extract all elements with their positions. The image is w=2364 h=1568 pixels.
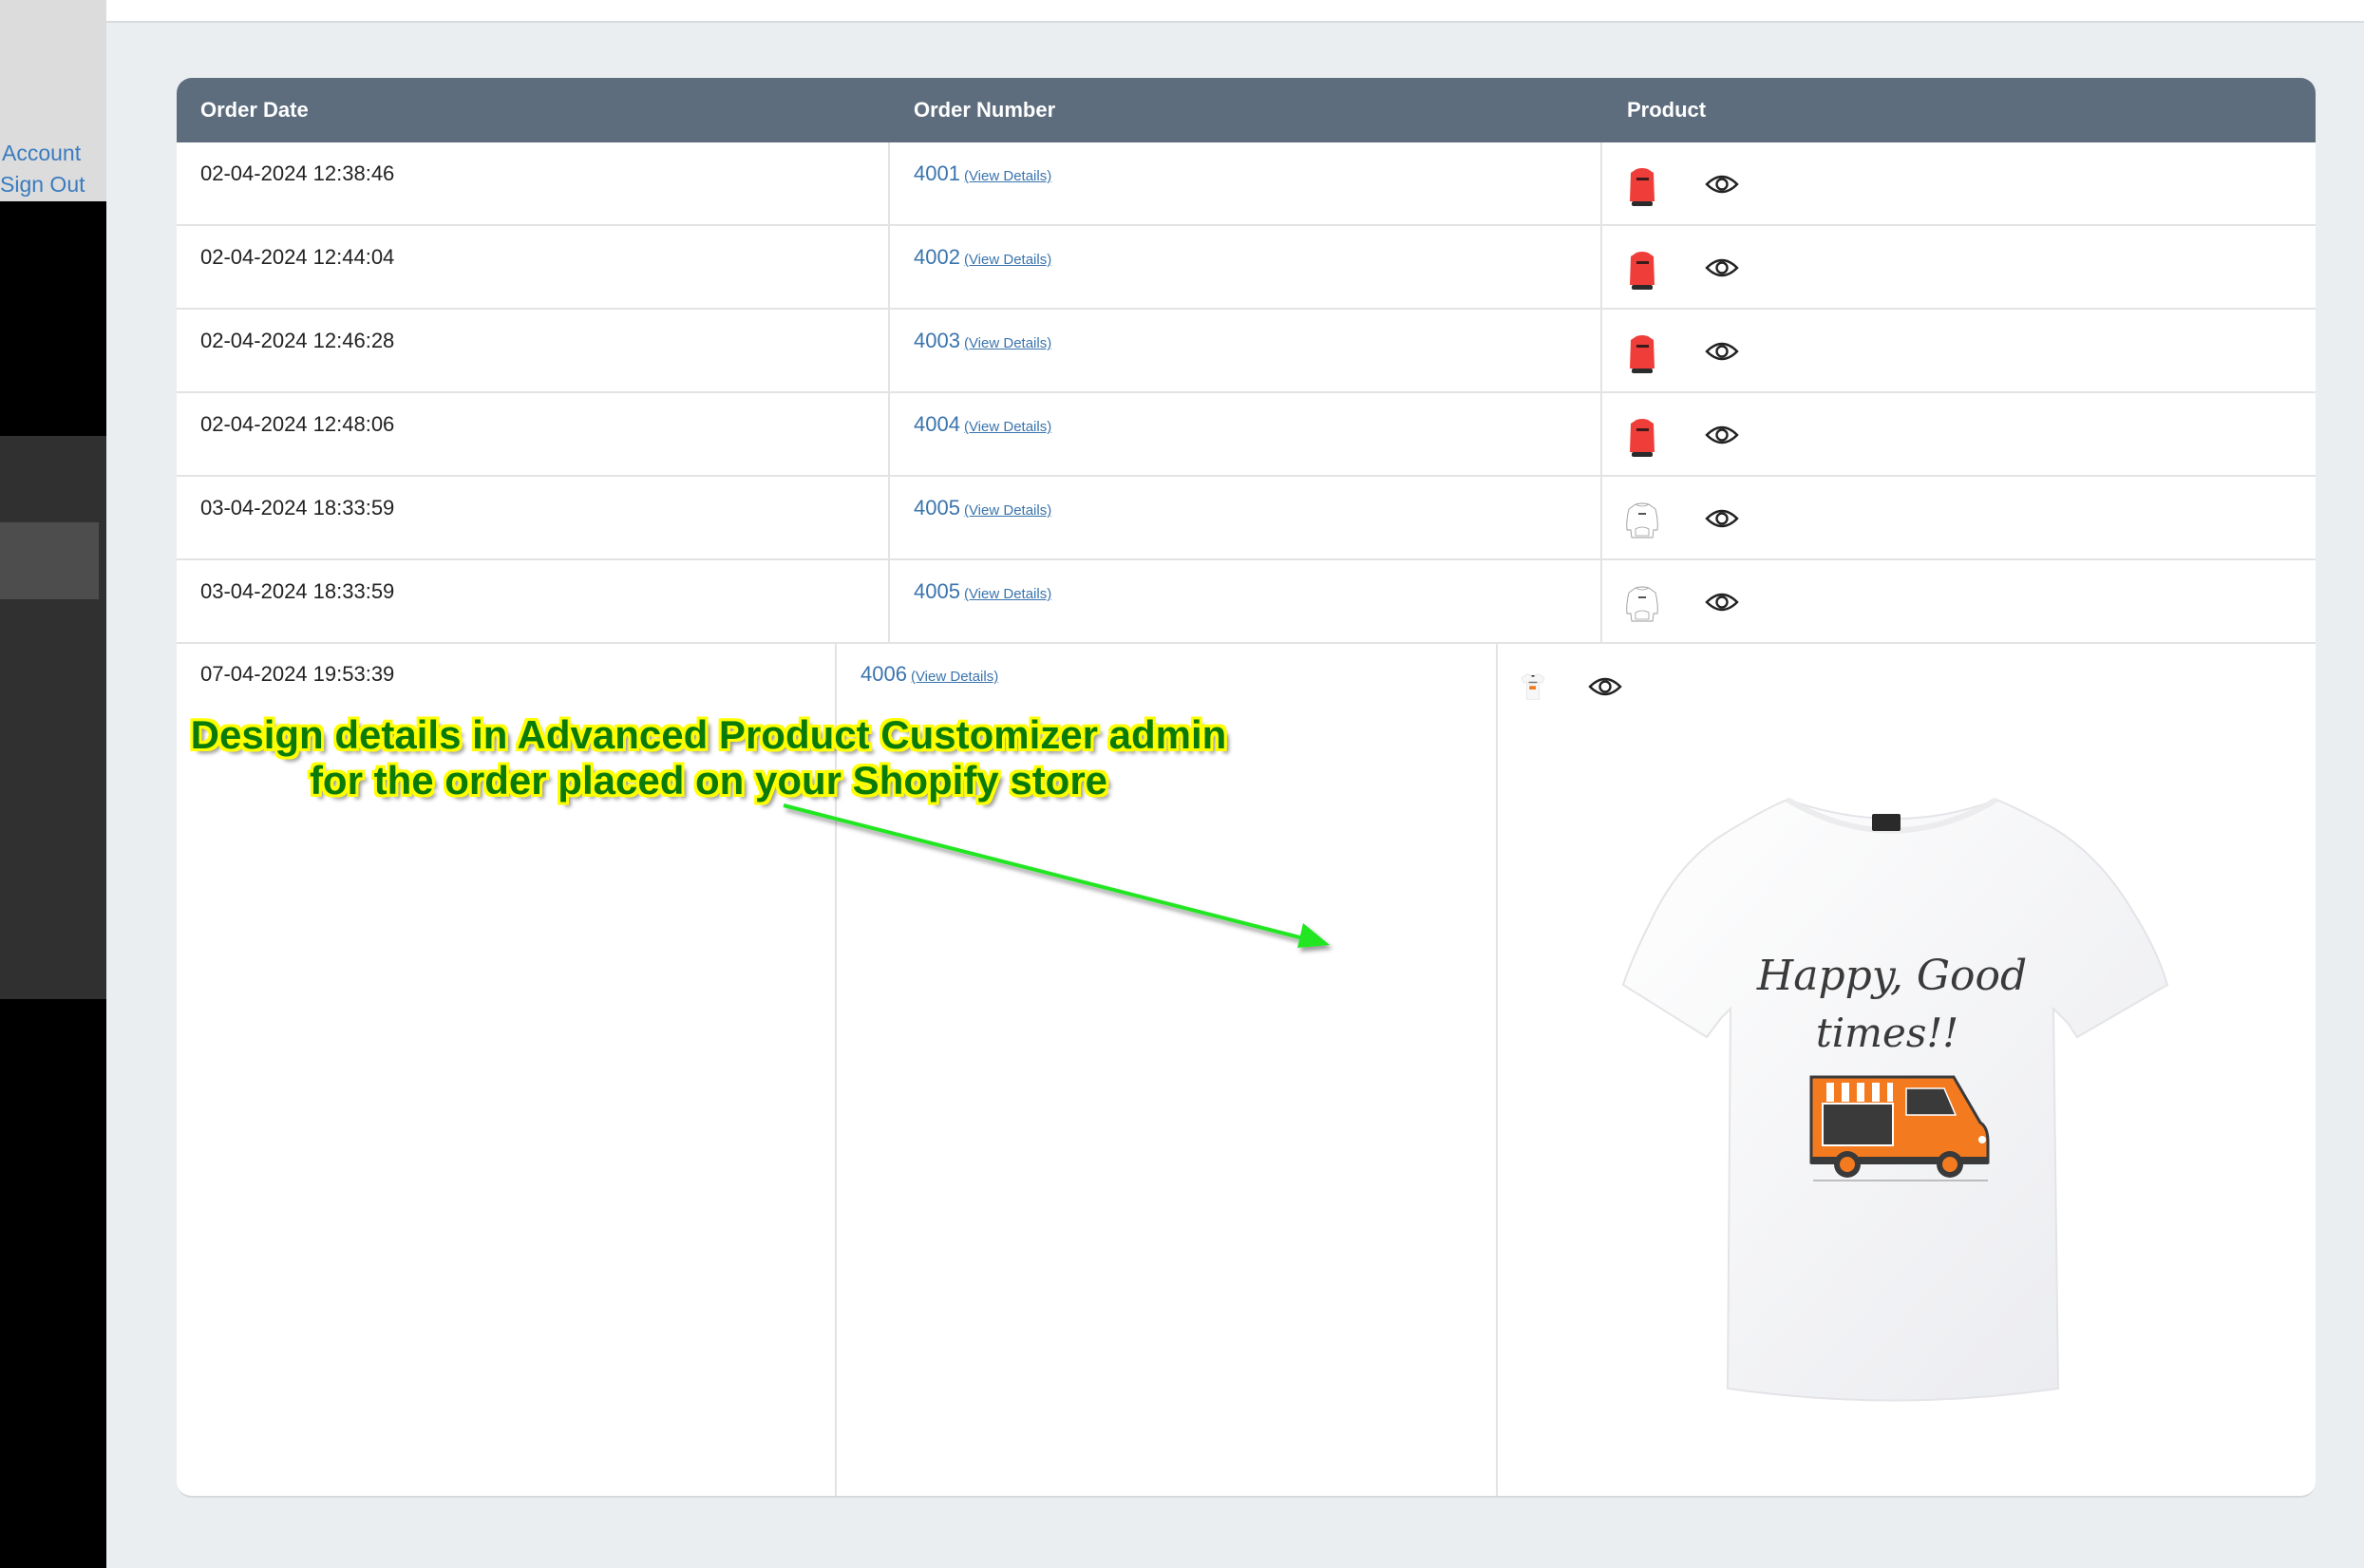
table-header: Order Date Order Number Product — [177, 78, 2316, 142]
order-number-link[interactable]: 4003 — [914, 329, 960, 352]
order-number-cell: 4003 (View Details) — [890, 310, 1602, 391]
order-date-cell: 03-04-2024 18:33:59 — [177, 477, 890, 558]
order-date: 03-04-2024 18:33:59 — [200, 496, 395, 520]
sidebar: Account Sign Out — [0, 0, 106, 1568]
view-details-link[interactable]: (View Details) — [964, 419, 1051, 435]
order-date-cell: 03-04-2024 18:33:59 — [177, 560, 890, 642]
table-row: 02-04-2024 12:38:46 4001 (View Details) — [177, 142, 2316, 226]
order-number-cell: 4002 (View Details) — [890, 226, 1602, 308]
eye-icon[interactable] — [1705, 173, 1739, 196]
product-thumbnail-red-tshirt[interactable] — [1623, 165, 1661, 207]
product-cell — [1602, 142, 2316, 224]
table-row: 02-04-2024 12:48:06 4004 (View Details) — [177, 393, 2316, 477]
order-date-cell: 02-04-2024 12:44:04 — [177, 226, 890, 308]
product-cell — [1602, 477, 2316, 558]
order-date: 02-04-2024 12:44:04 — [200, 245, 395, 269]
sidebar-account-panel: Account Sign Out — [0, 0, 106, 201]
view-details-link[interactable]: (View Details) — [964, 502, 1051, 519]
header-product[interactable]: Product — [1627, 78, 1706, 142]
order-number-cell: 4001 (View Details) — [890, 142, 1602, 224]
product-cell — [1602, 560, 2316, 642]
order-number-cell: 4004 (View Details) — [890, 393, 1602, 475]
product-thumbnail-white-sweatshirt[interactable] — [1623, 500, 1661, 541]
view-details-link[interactable]: (View Details) — [964, 168, 1051, 184]
account-link[interactable]: Account — [2, 141, 81, 166]
order-date: 03-04-2024 18:33:59 — [200, 579, 395, 603]
eye-icon[interactable] — [1588, 675, 1622, 698]
product-preview-image: Happy, Good times!! — [1621, 797, 2169, 1402]
order-date: 02-04-2024 12:38:46 — [200, 161, 395, 185]
order-date-cell: 02-04-2024 12:48:06 — [177, 393, 890, 475]
order-date: 07-04-2024 19:53:39 — [200, 662, 395, 686]
product-thumbnail-red-tshirt[interactable] — [1623, 332, 1661, 374]
order-number-link[interactable]: 4004 — [914, 412, 960, 436]
top-bar — [106, 0, 2364, 23]
order-date-cell: 02-04-2024 12:46:28 — [177, 310, 890, 391]
order-number-link[interactable]: 4005 — [914, 496, 960, 520]
view-details-link[interactable]: (View Details) — [911, 669, 998, 685]
eye-icon[interactable] — [1705, 256, 1739, 279]
order-number-link[interactable]: 4002 — [914, 245, 960, 269]
table-row: 02-04-2024 12:44:04 4002 (View Details) — [177, 226, 2316, 310]
eye-icon[interactable] — [1705, 591, 1739, 614]
eye-icon[interactable] — [1705, 424, 1739, 446]
sidebar-nav — [0, 436, 106, 999]
shirt-label — [1872, 814, 1901, 831]
product-cell — [1602, 310, 2316, 391]
header-order-number[interactable]: Order Number — [914, 78, 1055, 142]
order-date: 02-04-2024 12:46:28 — [200, 329, 395, 352]
view-details-link[interactable]: (View Details) — [964, 335, 1051, 351]
product-thumbnail-white-sweatshirt[interactable] — [1623, 583, 1661, 625]
product-thumbnail-white-tshirt[interactable] — [1519, 670, 1547, 704]
view-details-link[interactable]: (View Details) — [964, 586, 1051, 602]
annotation-arrow — [783, 803, 1330, 948]
table-row: 03-04-2024 18:33:59 4005 (View Details) — [177, 560, 2316, 644]
eye-icon[interactable] — [1705, 340, 1739, 363]
annotation-line-1: Design details in Advanced Product Custo… — [190, 712, 1227, 757]
order-number-cell: 4005 (View Details) — [890, 477, 1602, 558]
order-number-link[interactable]: 4001 — [914, 161, 960, 185]
product-cell — [1602, 226, 2316, 308]
order-number-link[interactable]: 4006 — [860, 662, 907, 686]
product-cell — [1602, 393, 2316, 475]
sign-out-link[interactable]: Sign Out — [0, 172, 85, 198]
view-details-link[interactable]: (View Details) — [964, 252, 1051, 268]
order-number-cell: 4005 (View Details) — [890, 560, 1602, 642]
annotation-line-2: for the order placed on your Shopify sto… — [309, 758, 1108, 803]
product-thumbnail-red-tshirt[interactable] — [1623, 416, 1661, 458]
header-order-date[interactable]: Order Date — [200, 78, 309, 142]
design-text-line1: Happy, Good — [1756, 952, 2027, 1000]
product-cell: Happy, Good times!! — [1498, 643, 2316, 1496]
table-row: 03-04-2024 18:33:59 4005 (View Details) — [177, 477, 2316, 560]
order-number-link[interactable]: 4005 — [914, 579, 960, 603]
annotation-callout: Design details in Advanced Product Custo… — [177, 712, 1240, 803]
sidebar-item-active[interactable] — [0, 522, 99, 599]
table-row: 02-04-2024 12:46:28 4003 (View Details) — [177, 310, 2316, 393]
order-date-cell: 02-04-2024 12:38:46 — [177, 142, 890, 224]
order-date: 02-04-2024 12:48:06 — [200, 412, 395, 436]
product-thumbnail-red-tshirt[interactable] — [1623, 249, 1661, 291]
eye-icon[interactable] — [1705, 507, 1739, 530]
design-text-line2: times!! — [1816, 1010, 1958, 1056]
